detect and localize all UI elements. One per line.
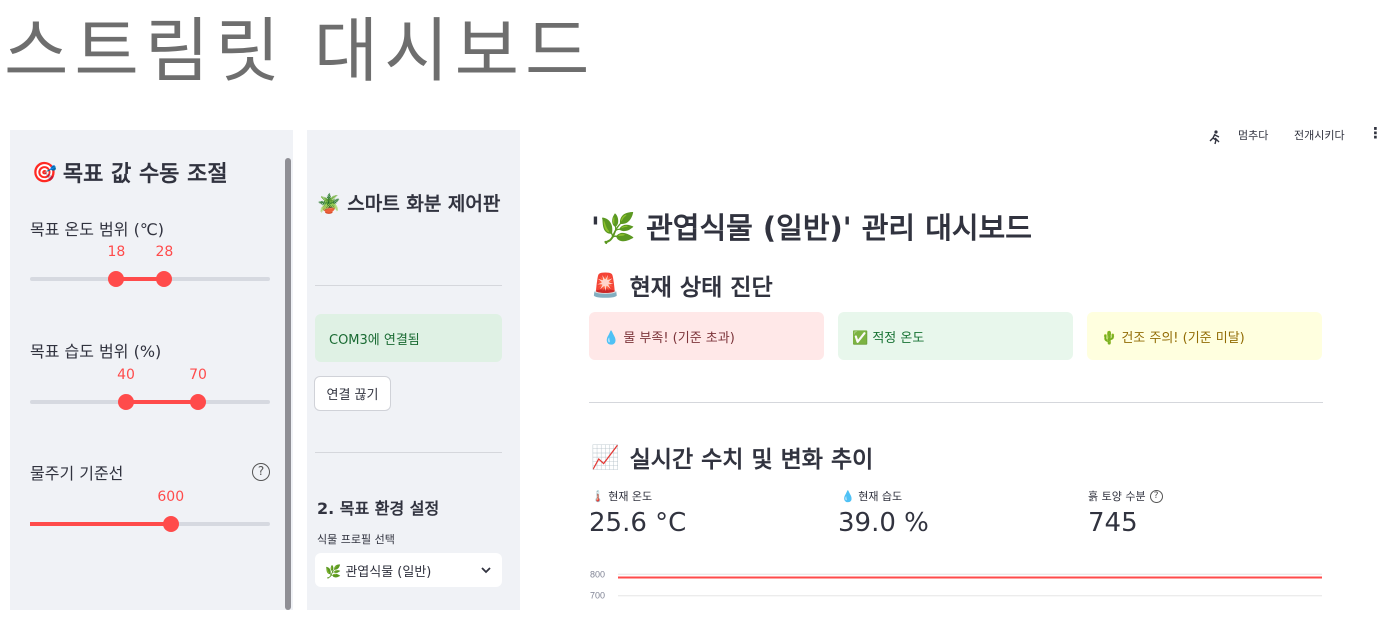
humidity-metric-value: 39.0 % [838,508,929,538]
siren-icon: 🚨 [591,272,620,299]
stop-button[interactable]: 멈추다 [1238,127,1268,143]
sidebar-scrollbar[interactable] [285,158,291,610]
control-panel-title: 🪴 스마트 화분 제어판 [317,192,507,217]
watering-threshold-slider[interactable]: 600 [30,489,270,532]
y-tick-label: 800 [590,569,605,579]
sidebar-heading-label: 목표 값 수동 조절 [62,162,228,187]
target-env-heading: 2. 목표 환경 설정 [317,499,440,518]
deploy-button[interactable]: 전개시키다 [1294,127,1345,143]
temp-low-thumb[interactable] [108,271,125,287]
status-heading-label: 현재 상태 진단 [629,275,773,301]
control-panel-title-label: 스마트 화분 제어판 [347,193,501,215]
plant-profile-value: 🌿 관엽식물 (일반) [325,564,432,580]
temperature-metric-label: 🌡️ 현재 온도 [591,490,653,503]
running-person-icon [1209,130,1220,145]
potted-plant-icon: 🪴 [317,193,341,215]
control-panel: 🪴 스마트 화분 제어판 COM3에 연결됨 연결 끊기 2. 목표 환경 설정… [307,130,520,610]
soil-moisture-metric-label: 흙 토양 수분 ? [1088,488,1163,504]
watering-threshold-value: 600 [157,489,185,505]
chart-increasing-icon: 📈 [591,444,620,471]
disconnect-button[interactable]: 연결 끊기 [314,376,391,411]
chevron-down-icon [481,567,491,574]
target-icon: 🎯 [32,160,57,184]
humidity-low-thumb[interactable] [118,394,134,410]
divider [589,402,1323,403]
help-icon[interactable]: ? [1149,489,1163,503]
soil-moisture-chart: 800 700 [590,569,1322,601]
sidebar-panel: 🎯 목표 값 수동 조절 목표 온도 범위 (℃) 18 28 목표 습도 범위… [10,130,293,610]
plant-profile-select[interactable]: 🌿 관엽식물 (일반) [315,553,502,587]
soil-moisture-label-text: 흙 토양 수분 [1088,490,1146,503]
alert-temperature: ✅ 적정 온도 [838,312,1073,360]
metrics-heading-label: 실시간 수치 및 변화 추이 [629,447,874,473]
plant-profile-label: 식물 프로필 선택 [317,533,395,546]
more-menu-icon[interactable]: ⋮ [1368,124,1383,142]
temp-range-label: 목표 온도 범위 (℃) [30,220,165,239]
humidity-high-value: 70 [189,367,207,383]
humidity-range-slider[interactable]: 40 70 [30,367,270,410]
humidity-range-fill [126,400,198,404]
temp-low-value: 18 [107,244,126,260]
watering-threshold-fill [30,522,171,526]
temp-high-thumb[interactable] [156,271,173,287]
page-title: 스트림릿 대시보드 [4,10,596,92]
humidity-high-thumb[interactable] [190,394,206,410]
humidity-metric-label: 💧 현재 습도 [841,490,903,503]
temp-high-value: 28 [155,244,174,260]
help-icon[interactable]: ? [252,463,270,481]
y-tick-label: 700 [590,591,605,601]
divider [315,452,502,453]
divider [315,285,502,286]
dashboard-title: '🌿 관엽식물 (일반)' 관리 대시보드 [591,211,1032,245]
humidity-low-value: 40 [117,367,135,383]
watering-threshold-thumb[interactable] [162,516,179,532]
alert-dryness: 🌵 건조 주의! (기준 미달) [1087,312,1322,360]
temperature-metric-value: 25.6 °C [589,508,687,538]
watering-threshold-label: 물주기 기준선 [30,464,124,483]
alert-water: 💧 물 부족! (기준 초과) [589,312,824,360]
status-heading: 🚨 현재 상태 진단 [591,268,773,302]
temp-range-slider[interactable]: 18 28 [30,244,270,287]
soil-moisture-metric-value: 745 [1088,508,1138,538]
metrics-heading: 📈 실시간 수치 및 변화 추이 [591,440,873,474]
sidebar-heading: 🎯 목표 값 수동 조절 [32,156,228,188]
humidity-range-label: 목표 습도 범위 (%) [30,342,162,361]
connection-status: COM3에 연결됨 [315,314,502,362]
